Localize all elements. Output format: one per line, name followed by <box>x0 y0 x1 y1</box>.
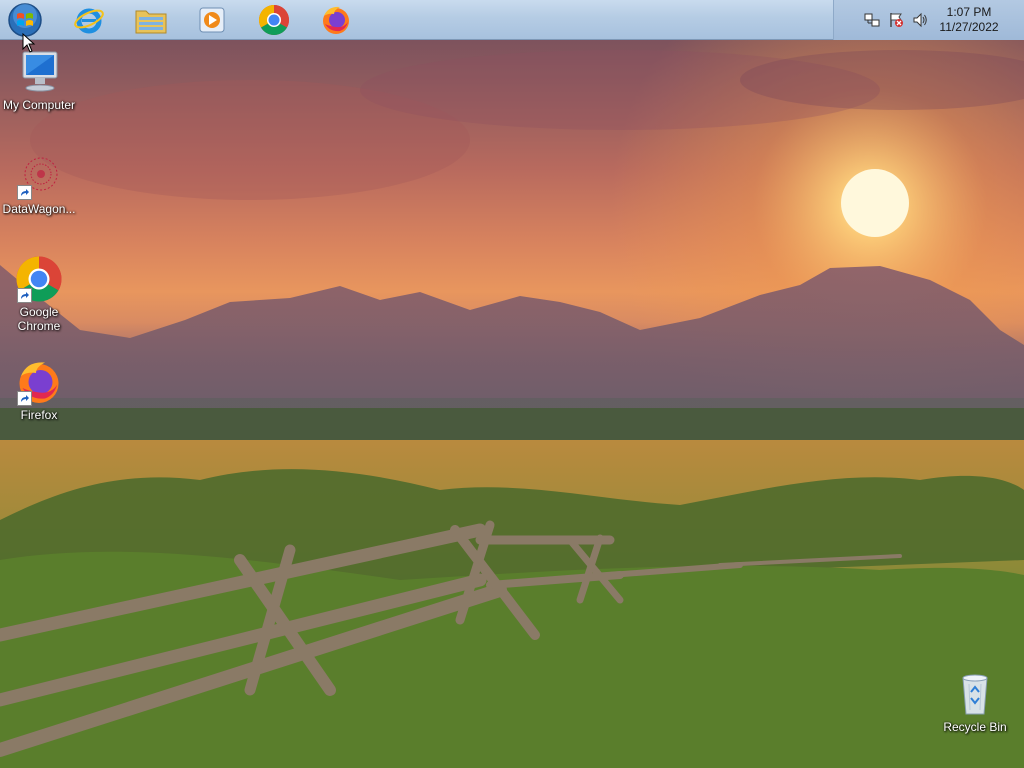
clock[interactable]: 1:07 PM 11/27/2022 <box>934 5 1004 35</box>
internet-explorer-icon <box>74 8 104 34</box>
desktop-icon-label: Firefox <box>20 408 58 422</box>
chrome-icon <box>258 4 290 36</box>
shortcut-arrow-icon <box>17 288 32 303</box>
system-tray: 1:07 PM 11/27/2022 <box>833 0 1024 40</box>
desktop-icon-label: Google Chrome <box>17 305 61 333</box>
desktop-icon-label: My Computer <box>2 98 76 112</box>
desktop-icon-label: DataWagon... <box>2 202 76 216</box>
network-icon[interactable] <box>864 12 880 28</box>
clock-time: 1:07 PM <box>946 5 992 19</box>
media-player-icon <box>199 7 225 33</box>
desktop-icon-label: Recycle Bin <box>943 720 1007 734</box>
folder-icon <box>135 10 167 34</box>
taskbar-firefox[interactable] <box>318 2 354 38</box>
desktop-icon-datawagon[interactable]: DataWagon... <box>1 152 77 216</box>
firefox-icon <box>323 6 349 34</box>
recycle-bin-icon <box>962 674 988 715</box>
desktop-icon-recycle-bin[interactable]: Recycle Bin <box>937 670 1013 734</box>
taskbar: 1:07 PM 11/27/2022 <box>0 0 1024 40</box>
desktop-icon-firefox[interactable]: Firefox <box>1 358 77 422</box>
shortcut-arrow-icon <box>17 185 32 200</box>
action-center-flag-icon[interactable] <box>888 12 904 28</box>
taskbar-media-player[interactable] <box>194 2 230 38</box>
taskbar-file-explorer[interactable] <box>133 2 169 38</box>
clock-date: 11/27/2022 <box>939 20 999 34</box>
volume-icon[interactable] <box>912 12 928 28</box>
taskbar-internet-explorer[interactable] <box>71 2 107 38</box>
desktop-icon-my-computer[interactable]: My Computer <box>1 48 77 112</box>
wallpaper-scene <box>0 40 1024 768</box>
desktop-icon-google-chrome[interactable]: Google Chrome <box>1 255 77 333</box>
mouse-cursor-icon <box>22 33 36 53</box>
taskbar-google-chrome[interactable] <box>256 2 292 38</box>
computer-icon <box>22 51 58 92</box>
shortcut-arrow-icon <box>17 391 32 406</box>
desktop-wallpaper <box>0 0 1024 768</box>
